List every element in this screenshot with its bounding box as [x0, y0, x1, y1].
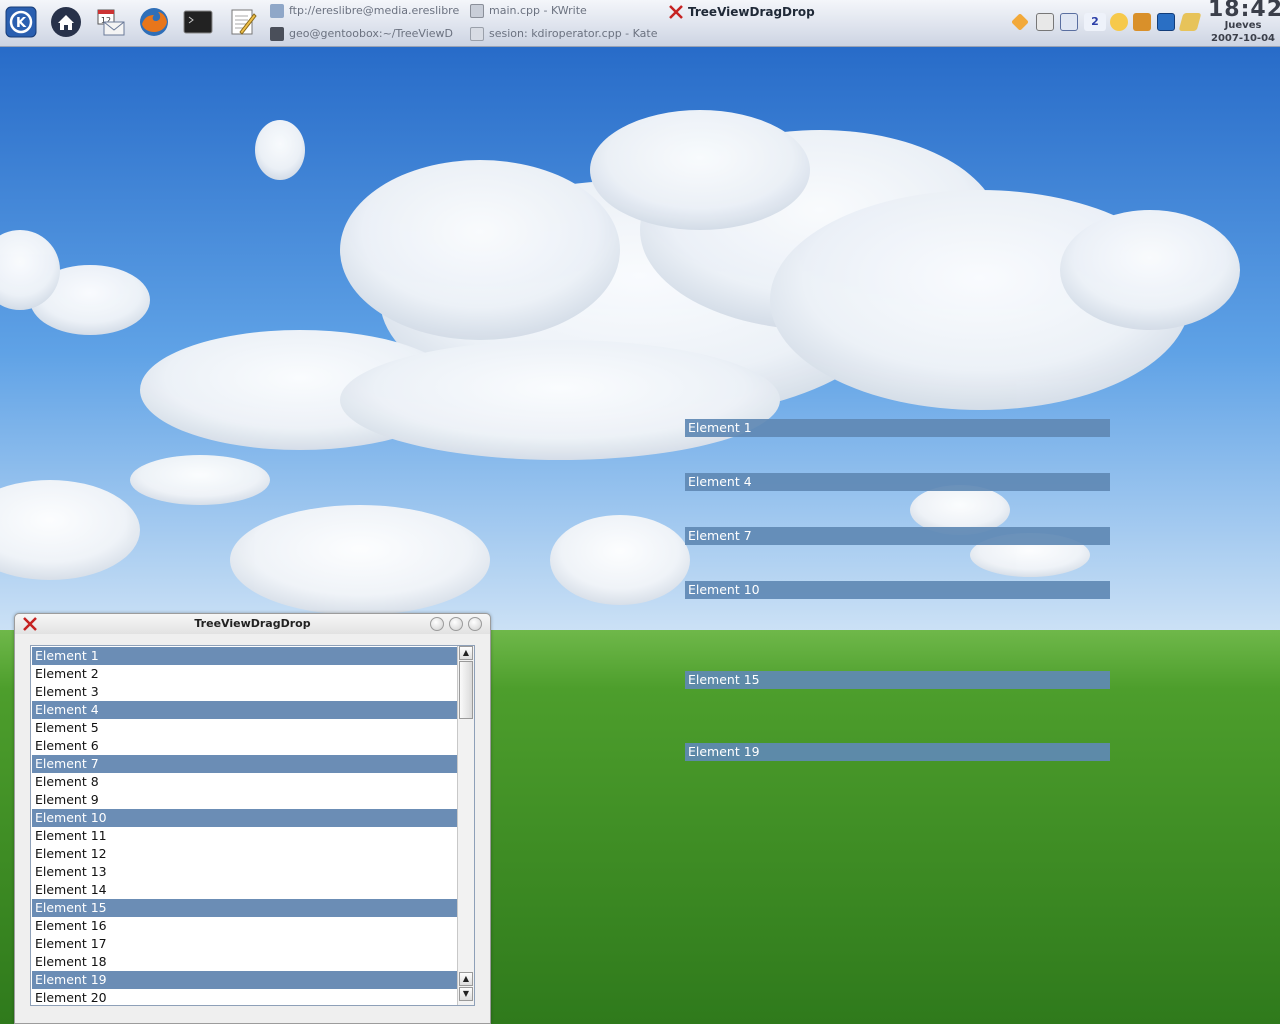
list-item[interactable]: Element 18	[32, 953, 457, 971]
taskbar-item-active[interactable]: TreeViewDragDrop	[668, 2, 815, 22]
kde-menu-icon[interactable]: K	[3, 4, 39, 40]
clock-day: Jueves	[1224, 20, 1262, 31]
kalendar-icon[interactable]	[1036, 13, 1054, 31]
list-item[interactable]: Element 4	[32, 701, 457, 719]
terminal-icon[interactable]	[180, 4, 216, 40]
scrollbar-thumb[interactable]	[459, 661, 473, 719]
ftp-icon	[270, 4, 284, 18]
firefox-icon[interactable]	[136, 4, 172, 40]
list-item[interactable]: Element 20	[32, 989, 457, 1005]
scroll-down-button[interactable]: ▼	[459, 987, 473, 1001]
vertical-scrollbar[interactable]: ▲ ▲ ▼	[457, 646, 474, 1005]
home-icon[interactable]	[48, 4, 84, 40]
power-icon[interactable]	[1110, 13, 1128, 31]
drag-ghost-item: Element 10	[685, 581, 1110, 599]
scroll-up-button-lower[interactable]: ▲	[459, 972, 473, 986]
list-item[interactable]: Element 11	[32, 827, 457, 845]
taskbar-item-label: ftp://ereslibre@media.ereslibre	[289, 4, 460, 17]
scroll-up-button[interactable]: ▲	[459, 646, 473, 660]
konsole-icon	[270, 27, 284, 41]
text-editor-icon[interactable]	[224, 4, 260, 40]
taskbar-item-label: main.cpp - KWrite	[489, 4, 587, 17]
list-item[interactable]: Element 16	[32, 917, 457, 935]
minimize-button[interactable]	[430, 617, 444, 631]
list-item[interactable]: Element 9	[32, 791, 457, 809]
svg-text:K: K	[16, 16, 27, 31]
list-item[interactable]: Element 3	[32, 683, 457, 701]
list-item[interactable]: Element 15	[32, 899, 457, 917]
clock-time[interactable]: 18:42	[1208, 0, 1280, 22]
drag-ghost-item: Element 19	[685, 743, 1110, 761]
list-item[interactable]: Element 10	[32, 809, 457, 827]
drag-ghost-item: Element 4	[685, 473, 1110, 491]
list-item[interactable]: Element 7	[32, 755, 457, 773]
drag-ghost-item: Element 1	[685, 419, 1110, 437]
close-button[interactable]	[468, 617, 482, 631]
list-item[interactable]: Element 1	[32, 647, 457, 665]
window-title: TreeViewDragDrop	[194, 617, 311, 630]
list-item[interactable]: Element 2	[32, 665, 457, 683]
taskbar-item-kate[interactable]: sesion: kdiroperator.cpp - Kate	[470, 24, 670, 44]
mail-icon[interactable]	[1178, 13, 1202, 31]
list-item[interactable]: Element 19	[32, 971, 457, 989]
clock-date: 2007-10-04	[1211, 33, 1275, 44]
taskbar-item-label: geo@gentoobox:~/TreeViewD	[289, 27, 453, 40]
folder-icon[interactable]	[1133, 13, 1151, 31]
taskbar-item-label: sesion: kdiroperator.cpp - Kate	[489, 27, 658, 40]
app-window: TreeViewDragDrop Element 1 Element 2 Ele…	[14, 613, 491, 1024]
list-item[interactable]: Element 5	[32, 719, 457, 737]
element-list[interactable]: Element 1 Element 2 Element 3 Element 4 …	[30, 645, 475, 1006]
list-item[interactable]: Element 8	[32, 773, 457, 791]
pencil-icon[interactable]	[1011, 13, 1029, 31]
taskbar-item-ftp[interactable]: ftp://ereslibre@media.ereslibre	[270, 1, 462, 21]
window-titlebar[interactable]: TreeViewDragDrop	[15, 614, 490, 634]
mail-calendar-icon[interactable]: 12	[92, 4, 128, 40]
app-x-icon	[669, 5, 683, 19]
list-item[interactable]: Element 12	[32, 845, 457, 863]
contacts-icon[interactable]	[1060, 13, 1078, 31]
maximize-button[interactable]	[449, 617, 463, 631]
kde-panel: K 12 ftp://ereslibre@media.ereslibre mai…	[0, 0, 1280, 47]
list-item[interactable]: Element 13	[32, 863, 457, 881]
list-item[interactable]: Element 6	[32, 737, 457, 755]
taskbar-item-konsole[interactable]: geo@gentoobox:~/TreeViewD	[270, 24, 462, 44]
kde-icon[interactable]	[1157, 13, 1175, 31]
kate-icon	[470, 27, 484, 41]
taskbar-item-kwrite[interactable]: main.cpp - KWrite	[470, 1, 660, 21]
list-item[interactable]: Element 14	[32, 881, 457, 899]
taskbar-item-label: TreeViewDragDrop	[688, 5, 815, 19]
drag-ghost-item: Element 7	[685, 527, 1110, 545]
drag-ghost-item: Element 15	[685, 671, 1110, 689]
desktop-pager-icon[interactable]: 2	[1084, 13, 1106, 31]
list-item[interactable]: Element 17	[32, 935, 457, 953]
kwrite-icon	[470, 4, 484, 18]
